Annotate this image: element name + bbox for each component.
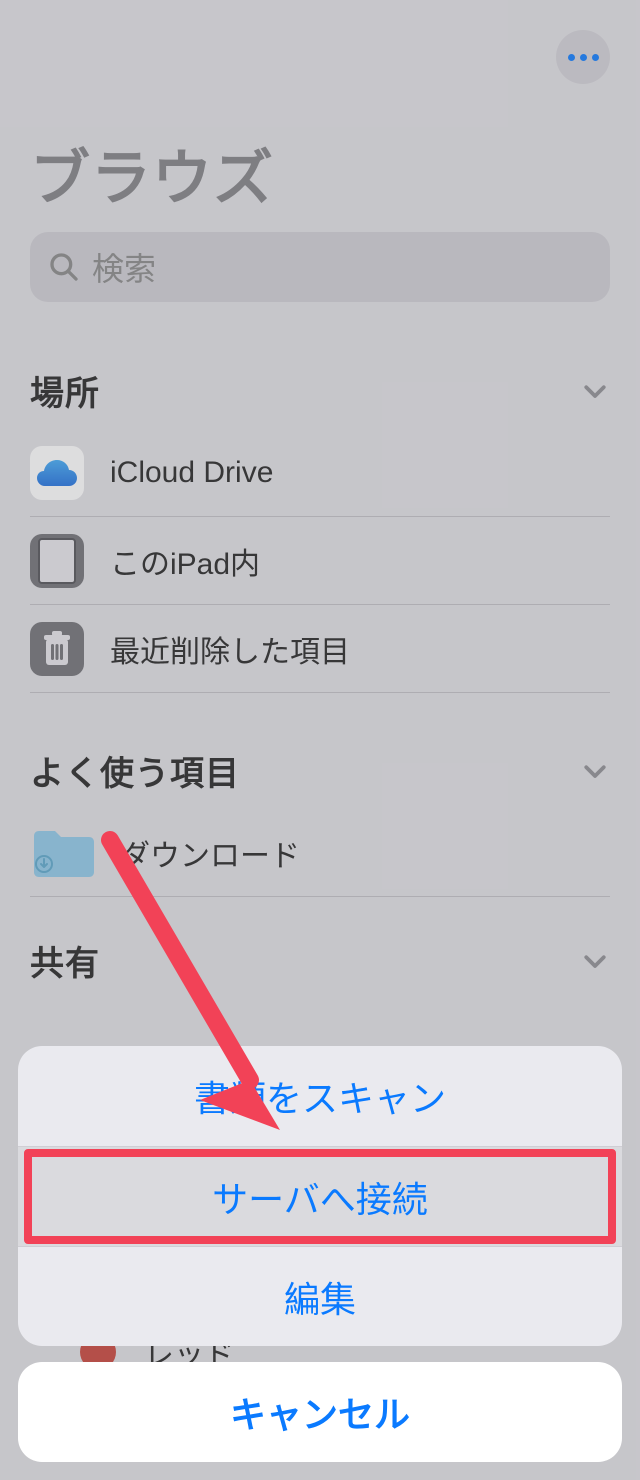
trash-icon [30, 622, 84, 676]
more-button[interactable] [556, 30, 610, 84]
section-header-locations[interactable]: 場所 [30, 360, 610, 429]
row-label: 最近削除した項目 [110, 627, 350, 671]
row-label: iCloud Drive [110, 456, 273, 490]
location-row-ipad[interactable]: このiPad内 [30, 517, 610, 605]
sheet-option-scan-documents[interactable]: 書類をスキャン [18, 1046, 622, 1146]
section-title: よく使う項目 [30, 746, 240, 795]
sheet-cancel-label: キャンセル [230, 1386, 410, 1438]
ipad-icon [30, 534, 84, 588]
section-title: 場所 [30, 366, 100, 415]
action-sheet: 書類をスキャン サーバへ接続 編集 キャンセル [18, 1046, 622, 1462]
sheet-option-connect-server[interactable]: サーバへ接続 [18, 1146, 622, 1246]
sheet-option-label: サーバへ接続 [212, 1171, 428, 1223]
location-row-recently-deleted[interactable]: 最近削除した項目 [30, 605, 610, 693]
icloud-icon [30, 446, 84, 500]
page-title: ブラウズ [30, 130, 274, 217]
search-icon [48, 251, 80, 283]
dot-icon [580, 54, 587, 61]
sheet-option-label: 編集 [284, 1271, 356, 1323]
search-input[interactable]: 検索 [30, 232, 610, 302]
sheet-option-label: 書類をスキャン [194, 1070, 446, 1122]
section-header-favorites[interactable]: よく使う項目 [30, 740, 610, 809]
dot-icon [592, 54, 599, 61]
search-placeholder: 検索 [92, 244, 156, 290]
chevron-down-icon [580, 756, 610, 786]
row-label: このiPad内 [110, 539, 260, 583]
chevron-down-icon [580, 946, 610, 976]
section-title: 共有 [30, 936, 100, 985]
section-header-shared[interactable]: 共有 [30, 930, 610, 999]
favorite-row-downloads[interactable]: ダウンロード [30, 809, 610, 897]
sheet-cancel-button[interactable]: キャンセル [18, 1362, 622, 1462]
row-label: ダウンロード [120, 831, 300, 875]
downloads-folder-icon [30, 828, 94, 878]
chevron-down-icon [580, 376, 610, 406]
location-row-icloud[interactable]: iCloud Drive [30, 429, 610, 517]
dot-icon [568, 54, 575, 61]
sheet-option-edit[interactable]: 編集 [18, 1246, 622, 1346]
